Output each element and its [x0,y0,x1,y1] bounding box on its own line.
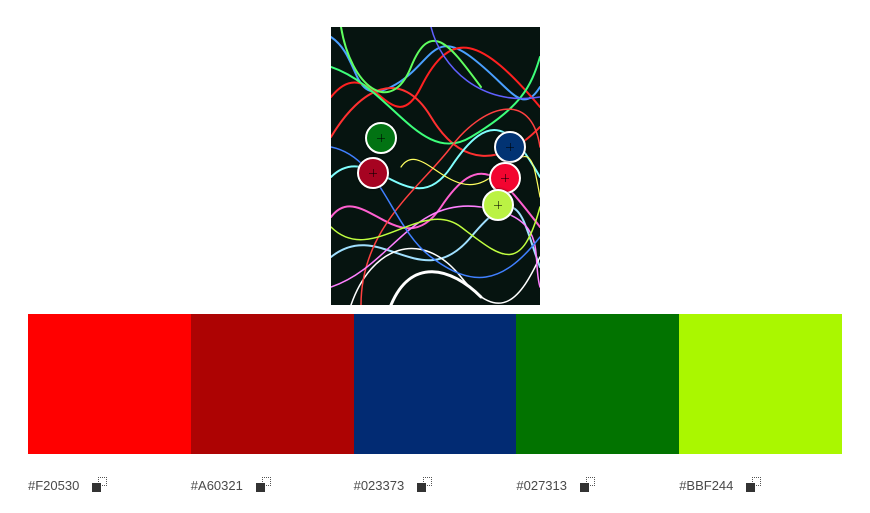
crosshair-icon [377,134,385,142]
copy-icon[interactable] [579,477,596,493]
swatch-label-4: #027313 [516,476,679,494]
swatch-label-1: #F20530 [28,476,191,494]
crosshair-icon [369,169,377,177]
swatch-label-2: #A60321 [191,476,354,494]
palette-labels: #F20530 #A60321 #023373 #027313 #BBF244 [28,476,842,494]
palette-swatches [28,314,842,454]
picker-dark-red[interactable] [357,157,389,189]
swatch-5[interactable] [679,314,842,454]
hex-value[interactable]: #BBF244 [679,478,733,493]
picker-lime[interactable] [482,189,514,221]
swatch-label-5: #BBF244 [679,476,842,494]
crosshair-icon [494,201,502,209]
swatch-3[interactable] [353,314,517,454]
hex-value[interactable]: #F20530 [28,478,79,493]
copy-icon[interactable] [255,477,271,493]
hex-value[interactable]: #023373 [354,478,405,493]
copy-icon[interactable] [745,477,762,493]
hex-value[interactable]: #027313 [516,478,567,493]
copy-icon[interactable] [91,477,108,493]
swatch-label-3: #023373 [354,476,517,494]
picker-green[interactable] [365,122,397,154]
copy-icon[interactable] [416,477,433,493]
crosshair-icon [506,143,514,151]
swatch-2[interactable] [190,314,354,454]
swatch-1[interactable] [28,314,191,454]
crosshair-icon [501,174,509,182]
swatch-4[interactable] [516,314,680,454]
picker-blue[interactable] [494,131,526,163]
hex-value[interactable]: #A60321 [191,478,243,493]
